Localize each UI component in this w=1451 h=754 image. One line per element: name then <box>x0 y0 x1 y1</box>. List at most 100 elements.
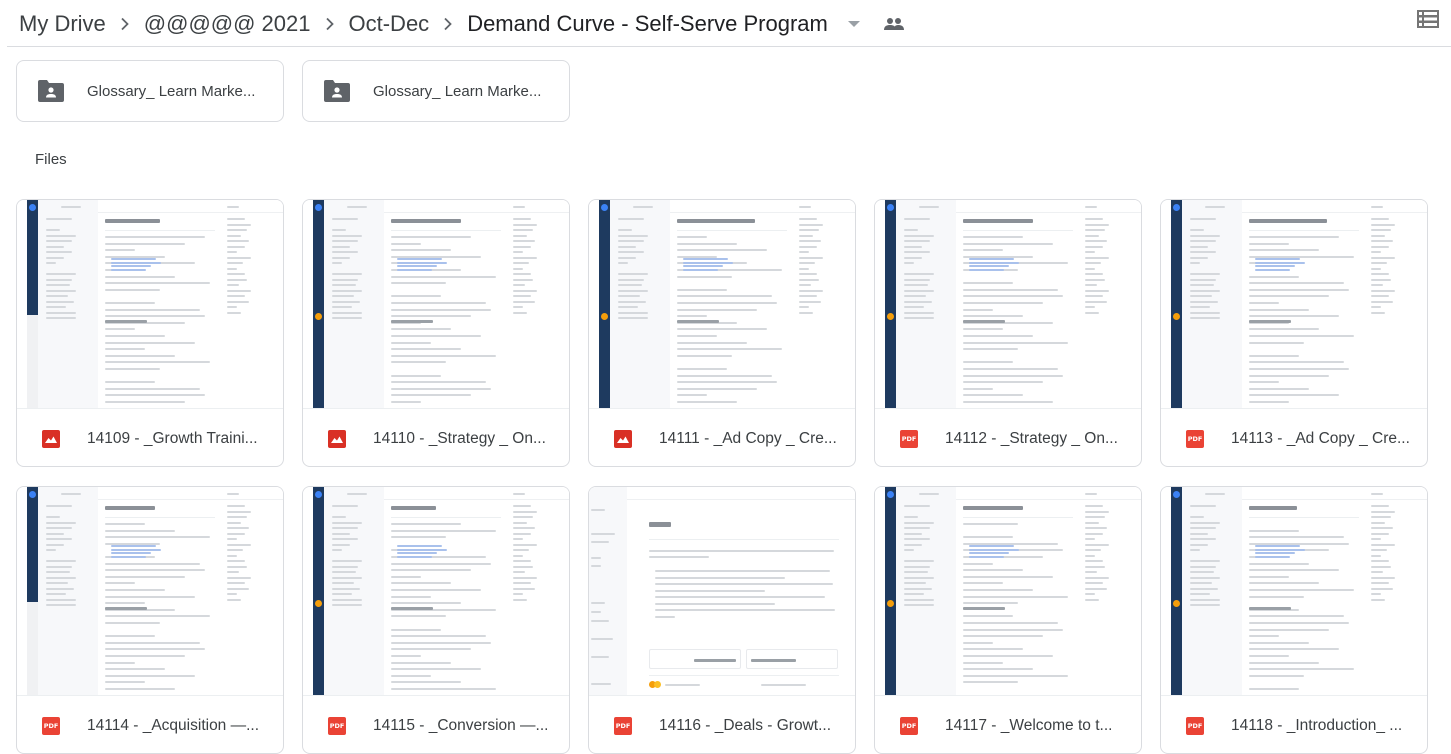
thumbnail-text-line <box>1085 306 1095 308</box>
thumbnail-text-line <box>513 493 525 495</box>
pdf-icon-label: PDF <box>1187 434 1203 443</box>
thumbnail-text-line <box>1085 245 1103 248</box>
thumbnail-text-line <box>1249 615 1344 618</box>
thumbnail-text-line <box>963 315 1023 318</box>
thumbnail-nav <box>1182 487 1242 695</box>
thumbnail-text-line <box>1190 532 1208 535</box>
thumbnail-text-line <box>227 234 241 237</box>
thumbnail-text-line <box>391 607 433 610</box>
thumbnail-text-line <box>1249 575 1289 578</box>
thumbnail-text-line <box>513 300 535 303</box>
file-card[interactable]: PDF 14113 - _Ad Copy _ Cre... <box>1160 199 1428 467</box>
thumbnail-text-line <box>963 341 1068 344</box>
thumbnail-text-line <box>46 278 72 281</box>
file-thumbnail <box>875 487 1141 696</box>
thumbnail-text-line <box>332 262 342 264</box>
thumbnail-text-line <box>513 278 533 281</box>
thumbnail-text-line <box>904 538 930 540</box>
thumbnail-text-line <box>332 295 354 297</box>
breadcrumb-item-my-drive[interactable]: My Drive <box>0 11 112 37</box>
file-card[interactable]: PDF 14117 - _Welcome to t... <box>874 486 1142 754</box>
file-thumbnail <box>589 487 855 696</box>
thumbnail-text-line <box>391 575 421 578</box>
thumbnail-text-line <box>1085 576 1109 579</box>
file-card[interactable]: 14110 - _Strategy _ On... <box>302 199 570 467</box>
thumbnail-text-line <box>1249 582 1319 585</box>
thumbnail-text-line <box>618 295 640 297</box>
thumbnail-text-line <box>1190 576 1220 579</box>
breadcrumb-item-year[interactable]: @@@@@ 2021 <box>138 11 317 37</box>
thumbnail-text-line <box>391 562 491 565</box>
thumbnail-text-line <box>963 628 1063 631</box>
thumbnail-text-line <box>105 589 165 591</box>
thumbnail-text-line <box>391 628 441 631</box>
file-card[interactable]: 14109 - _Growth Traini... <box>16 199 284 467</box>
file-card[interactable]: PDF 14118 - _Introduction_ ... <box>1160 486 1428 754</box>
caret-down-icon[interactable] <box>847 20 860 27</box>
thumbnail-app-rail <box>599 200 610 408</box>
thumbnail-divider <box>963 517 1073 518</box>
thumbnail-text-line <box>46 521 76 524</box>
thumbnail-text-line <box>105 361 210 364</box>
thumbnail-text-line <box>799 295 817 297</box>
file-card[interactable]: PDF 14114 - _Acquisition —... <box>16 486 284 754</box>
thumbnail-text-line <box>1085 493 1097 495</box>
thumbnail-text-line <box>46 582 68 584</box>
thumbnail-text-line <box>1371 240 1393 242</box>
file-name: 14115 - _Conversion —... <box>373 716 549 734</box>
thumbnail-text-line <box>391 641 491 644</box>
thumbnail-text-line <box>963 575 1053 578</box>
thumbnail-text-line <box>391 394 471 397</box>
thumbnail-text-line <box>799 240 821 242</box>
thumbnail-text-line <box>391 381 486 384</box>
thumbnail-text-line <box>904 240 930 242</box>
thumbnail-text-line <box>677 288 727 291</box>
thumbnail-text-line <box>1371 554 1381 557</box>
pdf-icon: PDF <box>1186 716 1204 735</box>
thumbnail-text-line <box>1249 249 1319 252</box>
thumbnail-text-line <box>904 582 926 584</box>
thumbnail-text-line <box>397 261 447 264</box>
thumbnail-text-line <box>391 523 461 525</box>
thumbnail-text-line <box>1255 548 1305 551</box>
thumbnail-text-line <box>391 374 441 377</box>
thumbnail-text-line <box>105 602 145 605</box>
files-section-label: Files <box>35 151 67 168</box>
thumbnail-text-line <box>332 521 362 524</box>
thumbnail-nav <box>324 200 384 408</box>
thumbnail-text-line <box>105 387 200 390</box>
thumbnail-text-line <box>1249 368 1349 370</box>
thumbnail-text-line <box>799 262 815 264</box>
thumbnail-text-line <box>513 516 533 518</box>
file-card[interactable]: 14111 - _Ad Copy _ Cre... <box>588 199 856 467</box>
people-icon[interactable] <box>882 12 906 36</box>
thumbnail-text-line <box>1190 317 1220 319</box>
breadcrumb-item-current-folder[interactable]: Demand Curve - Self-Serve Program <box>461 11 834 37</box>
thumbnail-text-line <box>1371 262 1387 264</box>
thumbnail-text-line <box>105 562 200 565</box>
folder-card[interactable]: Glossary_ Learn Marke... <box>16 60 284 122</box>
folder-card[interactable]: Glossary_ Learn Marke... <box>302 60 570 122</box>
breadcrumb-item-quarter[interactable]: Oct-Dec <box>343 11 436 37</box>
thumbnail-text-line <box>227 311 241 314</box>
chevron-right-icon <box>317 17 343 31</box>
thumbnail-text-line <box>332 240 358 242</box>
thumbnail-text-line <box>105 242 185 245</box>
thumbnail-text-line <box>904 549 914 551</box>
file-card[interactable]: PDF 14112 - _Strategy _ On... <box>874 199 1142 467</box>
list-view-toggle-button[interactable] <box>1415 7 1441 31</box>
thumbnail-text-line <box>677 320 719 323</box>
thumbnail-text-line <box>105 368 160 370</box>
thumbnail-text-line <box>1371 532 1389 535</box>
thumbnail-text-line <box>227 549 243 551</box>
thumbnail-text-line <box>1190 295 1212 297</box>
file-footer: PDF 14118 - _Introduction_ ... <box>1161 696 1427 753</box>
thumbnail-app-rail <box>885 487 896 695</box>
thumbnail-text-line <box>618 256 636 259</box>
thumbnail-text-line <box>655 615 675 618</box>
thumbnail-title <box>105 506 155 510</box>
file-card[interactable]: PDF 14116 - _Deals - Growt... <box>588 486 856 754</box>
thumbnail-text-line <box>332 560 362 562</box>
thumbnail-text-line <box>799 273 817 275</box>
file-card[interactable]: PDF 14115 - _Conversion —... <box>302 486 570 754</box>
